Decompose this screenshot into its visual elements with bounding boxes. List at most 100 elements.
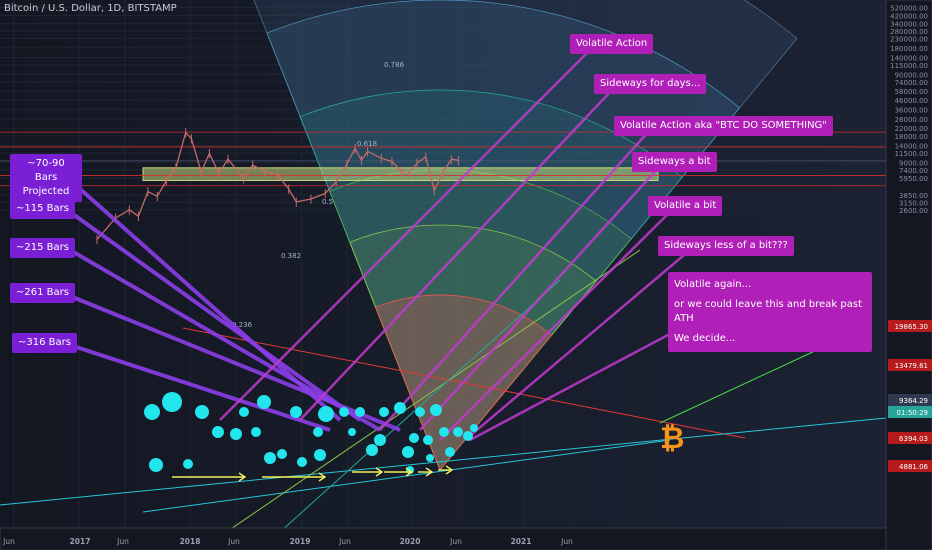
cyan-dot xyxy=(374,434,386,446)
cyan-dot xyxy=(313,427,323,437)
cyan-dot xyxy=(314,449,326,461)
y-tick-label: 28000.00 xyxy=(895,116,928,124)
cyan-dot xyxy=(463,431,473,441)
price-tag-label: 4881.06 xyxy=(899,463,928,471)
note-volatile-action[interactable]: Volatile Action xyxy=(570,34,654,54)
price-tag-label: 19865.30 xyxy=(895,323,928,331)
y-tick-label: 180000.00 xyxy=(890,45,928,53)
note-volatile-again[interactable]: Volatile again... or we could leave this… xyxy=(668,272,872,352)
cyan-dot xyxy=(355,407,365,417)
note-sideways-for-days-label: Sideways for days... xyxy=(600,78,701,89)
cyan-dot xyxy=(144,404,160,420)
cyan-dot xyxy=(277,449,287,459)
note-volatile-again-line3: We decide... xyxy=(674,333,736,344)
price-tag-label: 6394.03 xyxy=(899,435,928,443)
y-tick-label: 74000.00 xyxy=(895,79,928,87)
y-tick-label: 420000.00 xyxy=(890,12,928,20)
fib-label: 0.382 xyxy=(281,252,301,260)
note-volatile-a-bit[interactable]: Volatile a bit xyxy=(648,196,723,216)
cyan-dot xyxy=(394,402,406,414)
x-tick-label: Jun xyxy=(560,537,573,546)
note-215-bars-label: ~215 Bars xyxy=(16,242,69,253)
note-215-bars[interactable]: ~215 Bars xyxy=(10,238,75,258)
x-tick-label: 2018 xyxy=(180,537,201,546)
price-tag-label: 01:50:29 xyxy=(897,409,928,417)
chart-root: 0.236 0.382 0.5 0.618 0.786 ₿ 520000.00 420000.… xyxy=(0,0,932,550)
cyan-dot xyxy=(195,405,209,419)
y-tick-label: 36000.00 xyxy=(895,106,928,114)
x-tick-label: 2020 xyxy=(400,537,421,546)
x-tick-label: Jun xyxy=(2,537,15,546)
cyan-dot xyxy=(409,433,419,443)
symbol-header[interactable]: Bitcoin / U.S. Dollar, 1D, BITSTAMP xyxy=(4,3,177,14)
y-tick-label: 520000.00 xyxy=(890,4,928,12)
cyan-dot xyxy=(239,407,249,417)
x-tick-label: Jun xyxy=(227,537,240,546)
x-axis-panel xyxy=(0,527,887,550)
note-sideways-for-days[interactable]: Sideways for days... xyxy=(594,74,707,94)
cyan-dot xyxy=(430,404,442,416)
y-tick-label: 11500.00 xyxy=(895,150,928,158)
cyan-dot xyxy=(212,426,224,438)
note-70-90-bars[interactable]: ~70-90 Bars Projected xyxy=(10,154,82,202)
x-tick-label: Jun xyxy=(338,537,351,546)
note-volatile-again-line1: Volatile again... xyxy=(674,279,752,290)
y-tick-label: 46000.00 xyxy=(895,97,928,105)
note-316-bars[interactable]: ~316 Bars xyxy=(12,333,77,353)
price-tag-label: 9364.29 xyxy=(899,397,928,405)
y-tick-label: 230000.00 xyxy=(890,36,928,44)
price-tag-label: 13479.61 xyxy=(895,362,928,370)
x-tick-label: Jun xyxy=(116,537,129,546)
y-tick-label: 58000.00 xyxy=(895,88,928,96)
y-tick-label: 18000.00 xyxy=(895,133,928,141)
cyan-dot xyxy=(297,457,307,467)
note-261-bars-label: ~261 Bars xyxy=(16,287,69,298)
cyan-dot xyxy=(230,428,242,440)
cyan-dot xyxy=(264,452,276,464)
note-btc-do-something-label: Volatile Action aka "BTC DO SOMETHING" xyxy=(620,120,827,131)
cyan-dot xyxy=(162,392,182,412)
cyan-dot xyxy=(470,424,478,432)
note-volatile-a-bit-label: Volatile a bit xyxy=(654,200,717,211)
y-tick-label: 5950.00 xyxy=(899,175,928,183)
cyan-dot xyxy=(379,407,389,417)
cyan-dot xyxy=(318,406,334,422)
x-tick-label: Jun xyxy=(449,537,462,546)
y-tick-label: 2600.00 xyxy=(899,207,928,215)
note-sideways-a-bit-label: Sideways a bit xyxy=(638,156,711,167)
note-115-bars[interactable]: ~115 Bars xyxy=(10,199,75,219)
cyan-dot xyxy=(149,458,163,472)
cyan-dot xyxy=(426,454,434,462)
fib-label: 0.786 xyxy=(384,61,405,69)
cyan-dot xyxy=(423,435,433,445)
note-261-bars[interactable]: ~261 Bars xyxy=(10,283,75,303)
y-tick-label: 7400.00 xyxy=(899,167,928,175)
cyan-dot xyxy=(402,446,414,458)
note-115-bars-label: ~115 Bars xyxy=(16,203,69,214)
note-316-bars-label: ~316 Bars xyxy=(18,337,71,348)
fib-label: 0.5 xyxy=(322,198,333,206)
note-volatile-again-line2: or we could leave this and break past AT… xyxy=(674,299,862,324)
note-70-90-bars-label: ~70-90 Bars Projected xyxy=(22,158,70,197)
cyan-dot xyxy=(445,447,455,457)
cyan-dot xyxy=(348,428,356,436)
cyan-dot xyxy=(257,395,271,409)
note-sideways-less-label: Sideways less of a bit??? xyxy=(664,240,788,251)
note-sideways-a-bit[interactable]: Sideways a bit xyxy=(632,152,717,172)
cyan-dot xyxy=(415,407,425,417)
note-volatile-action-label: Volatile Action xyxy=(576,38,648,49)
cyan-dot xyxy=(290,406,302,418)
bitcoin-icon: ₿ xyxy=(660,421,684,456)
x-tick-label: 2017 xyxy=(70,537,91,546)
note-btc-do-something[interactable]: Volatile Action aka "BTC DO SOMETHING" xyxy=(614,116,833,136)
cyan-dot xyxy=(339,407,349,417)
cyan-dot xyxy=(366,444,378,456)
x-tick-label: 2021 xyxy=(511,537,532,546)
note-sideways-less[interactable]: Sideways less of a bit??? xyxy=(658,236,794,256)
x-tick-label: 2019 xyxy=(290,537,311,546)
cyan-dot xyxy=(439,427,449,437)
cyan-dot xyxy=(251,427,261,437)
y-tick-label: 115000.00 xyxy=(890,62,928,70)
cyan-dot xyxy=(453,427,463,437)
cyan-dot xyxy=(183,459,193,469)
